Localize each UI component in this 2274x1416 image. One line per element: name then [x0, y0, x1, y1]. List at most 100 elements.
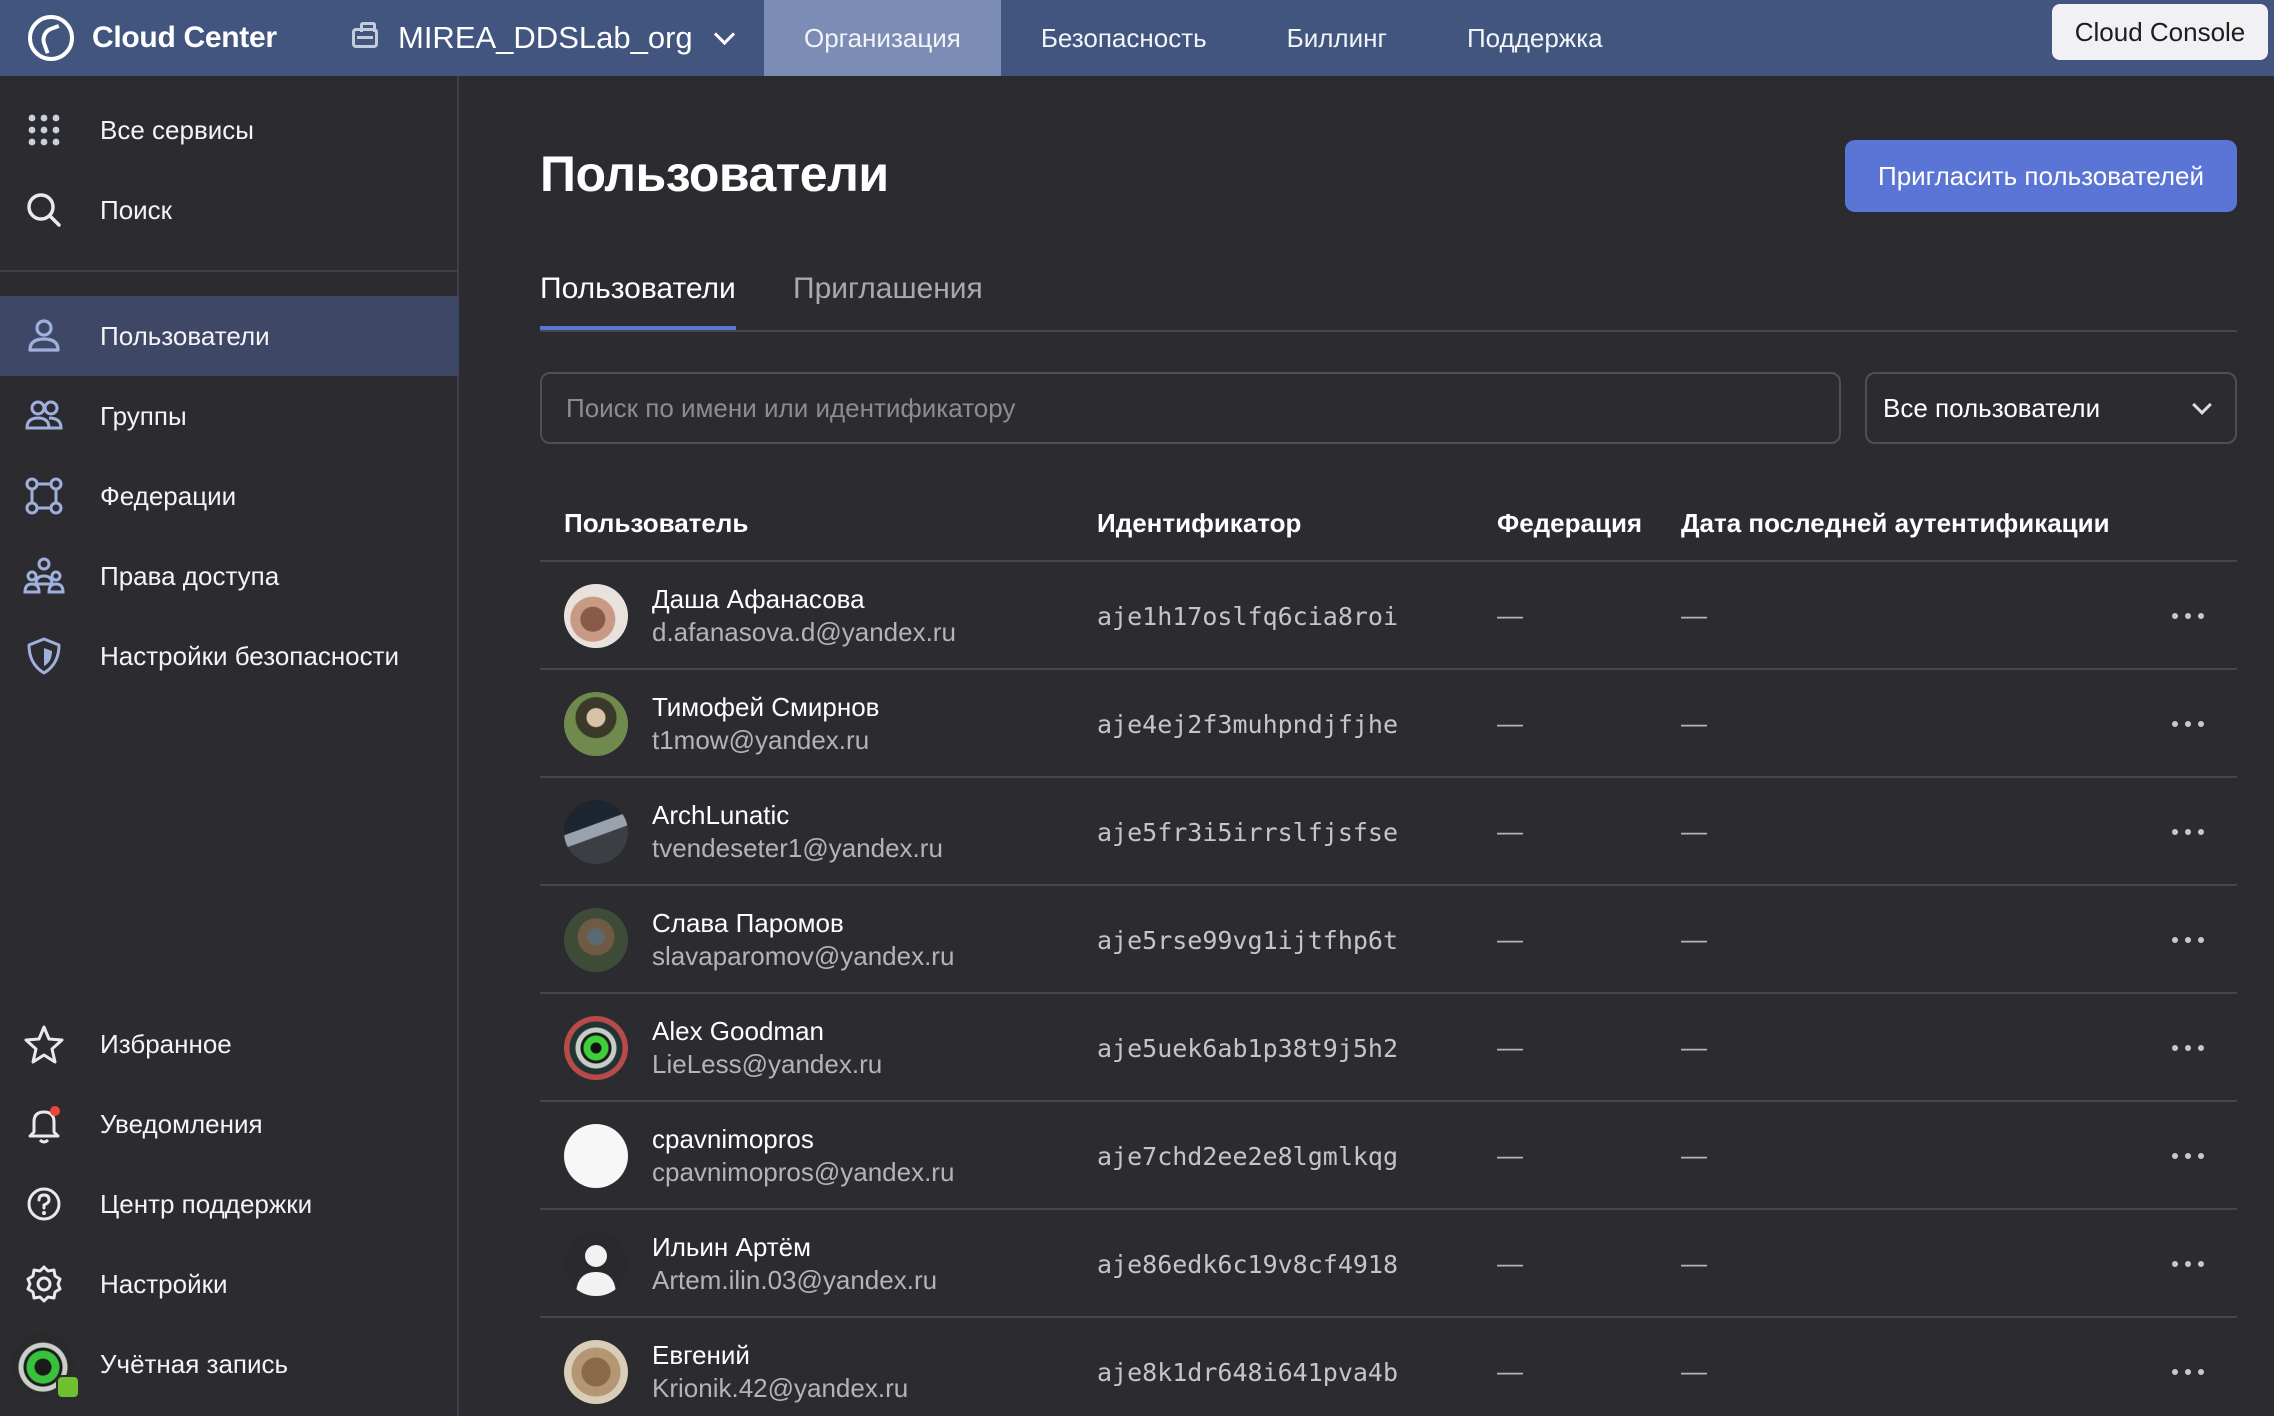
chevron-down-icon [713, 23, 735, 45]
more-actions-icon[interactable] [2172, 1146, 2204, 1166]
users-filter-select[interactable]: Все пользователи [1865, 372, 2237, 444]
user-federation: — [1497, 924, 1523, 954]
user-federation: — [1497, 1032, 1523, 1062]
tab-users[interactable]: Пользователи [540, 272, 736, 330]
table-row[interactable]: ArchLunatic tvendeseter1@yandex.ru aje5f… [540, 778, 2237, 886]
filter-selected-value: Все пользователи [1883, 392, 2101, 423]
tabs: Пользователи Приглашения [540, 262, 2237, 332]
table-header: Пользователь Идентификатор Федерация Дат… [540, 490, 2237, 562]
search-input[interactable] [540, 372, 1841, 444]
more-actions-icon[interactable] [2172, 822, 2204, 842]
brand[interactable]: Cloud Center [28, 15, 346, 61]
cloud-center-logo-icon [28, 15, 74, 61]
more-actions-icon[interactable] [2172, 930, 2204, 950]
topnav-security[interactable]: Безопасность [1001, 0, 1247, 76]
user-last-auth: — [1681, 1248, 1707, 1278]
sidebar-item-favorites[interactable]: Избранное [0, 1004, 459, 1084]
table-row[interactable]: cpavnimopros cpavnimopros@yandex.ru aje7… [540, 1102, 2237, 1210]
avatar [564, 800, 628, 864]
user-id: aje5rse99vg1ijtfhp6t [1097, 926, 1399, 955]
access-rights-icon [22, 554, 66, 598]
group-icon [22, 394, 66, 438]
sidebar-item-access-rights[interactable]: Права доступа [0, 536, 459, 616]
sidebar-item-label: Настройки безопасности [100, 640, 400, 671]
user-federation: — [1497, 600, 1523, 630]
page-title: Пользователи [540, 146, 889, 202]
user-email: Krionik.42@yandex.ru [652, 1373, 909, 1403]
sidebar-item-label: Настройки [100, 1268, 228, 1299]
avatar [564, 908, 628, 972]
topnav-billing[interactable]: Биллинг [1247, 0, 1427, 76]
bell-icon [22, 1102, 66, 1146]
topnav-organization[interactable]: Организация [764, 0, 1001, 76]
column-header-id: Идентификатор [1097, 508, 1302, 538]
organization-badge-icon [56, 1375, 80, 1399]
avatar [564, 1340, 628, 1404]
grid-icon [22, 108, 66, 152]
gear-icon [22, 1262, 66, 1306]
column-header-last-auth: Дата последней аутентификации [1681, 508, 2110, 538]
user-id: aje5uek6ab1p38t9j5h2 [1097, 1034, 1399, 1063]
user-name: cpavnimopros [652, 1124, 814, 1154]
avatar [564, 1016, 628, 1080]
more-actions-icon[interactable] [2172, 1362, 2204, 1382]
user-id: aje4ej2f3muhpndjfjhe [1097, 710, 1399, 739]
sidebar-item-federations[interactable]: Федерации [0, 456, 459, 536]
organization-switcher[interactable]: MIREA_DDSLab_org [352, 0, 764, 76]
sidebar-item-security-settings[interactable]: Настройки безопасности [0, 616, 459, 696]
table-row[interactable]: Даша Афанасова d.afanasova.d@yandex.ru a… [540, 562, 2237, 670]
help-icon [22, 1182, 66, 1226]
user-email: tvendeseter1@yandex.ru [652, 833, 943, 863]
shield-icon [22, 634, 66, 678]
table-row[interactable]: Тимофей Смирнов t1mow@yandex.ru aje4ej2f… [540, 670, 2237, 778]
user-name: Тимофей Смирнов [652, 692, 880, 722]
more-actions-icon[interactable] [2172, 1254, 2204, 1274]
sidebar-item-all-services[interactable]: Все сервисы [0, 90, 459, 170]
user-name: Даша Афанасова [652, 584, 865, 614]
sidebar-item-settings[interactable]: Настройки [0, 1244, 459, 1324]
user-last-auth: — [1681, 708, 1707, 738]
table-row[interactable]: Евгений Krionik.42@yandex.ru aje8k1dr648… [540, 1318, 2237, 1416]
sidebar-item-label: Группы [100, 400, 187, 431]
sidebar-item-users[interactable]: Пользователи [0, 296, 459, 376]
sidebar-item-search[interactable]: Поиск [0, 170, 459, 250]
user-last-auth: — [1681, 924, 1707, 954]
table-row[interactable]: Слава Паромов slavaparomov@yandex.ru aje… [540, 886, 2237, 994]
table-row[interactable]: Ильин Артём Artem.ilin.03@yandex.ru aje8… [540, 1210, 2237, 1318]
more-actions-icon[interactable] [2172, 714, 2204, 734]
avatar [564, 1232, 628, 1296]
sidebar-item-support-center[interactable]: Центр поддержки [0, 1164, 459, 1244]
topnav-support[interactable]: Поддержка [1427, 0, 1643, 76]
invite-users-button[interactable]: Пригласить пользователей [1845, 140, 2237, 212]
user-email: LieLess@yandex.ru [652, 1049, 883, 1079]
table-row[interactable]: Alex Goodman LieLess@yandex.ru aje5uek6a… [540, 994, 2237, 1102]
user-last-auth: — [1681, 1140, 1707, 1170]
more-actions-icon[interactable] [2172, 606, 2204, 626]
user-id: aje86edk6c19v8cf4918 [1097, 1250, 1399, 1279]
sidebar-item-label: Федерации [100, 480, 237, 511]
column-header-user: Пользователь [564, 508, 749, 538]
user-last-auth: — [1681, 1032, 1707, 1062]
user-last-auth: — [1681, 1356, 1707, 1386]
user-name: Слава Паромов [652, 908, 844, 938]
user-name: Alex Goodman [652, 1016, 824, 1046]
sidebar-item-notifications[interactable]: Уведомления [0, 1084, 459, 1164]
sidebar-item-label: Поиск [100, 194, 173, 225]
sidebar-item-label: Права доступа [100, 560, 280, 591]
avatar [564, 584, 628, 648]
briefcase-icon [352, 22, 378, 48]
cloud-console-button[interactable]: Cloud Console [2052, 4, 2268, 60]
user-email: t1mow@yandex.ru [652, 725, 870, 755]
user-federation: — [1497, 1140, 1523, 1170]
chevron-down-icon [2192, 395, 2212, 415]
star-icon [22, 1022, 66, 1066]
tab-invitations[interactable]: Приглашения [793, 272, 983, 330]
sidebar-item-label: Центр поддержки [100, 1188, 313, 1219]
users-table: Пользователь Идентификатор Федерация Дат… [540, 490, 2237, 1416]
account-avatar [12, 1333, 80, 1399]
sidebar-item-groups[interactable]: Группы [0, 376, 459, 456]
more-actions-icon[interactable] [2172, 1038, 2204, 1058]
sidebar-item-account[interactable]: Учётная запись [0, 1324, 459, 1404]
sidebar-item-label: Все сервисы [100, 114, 254, 145]
federation-icon [22, 474, 66, 518]
